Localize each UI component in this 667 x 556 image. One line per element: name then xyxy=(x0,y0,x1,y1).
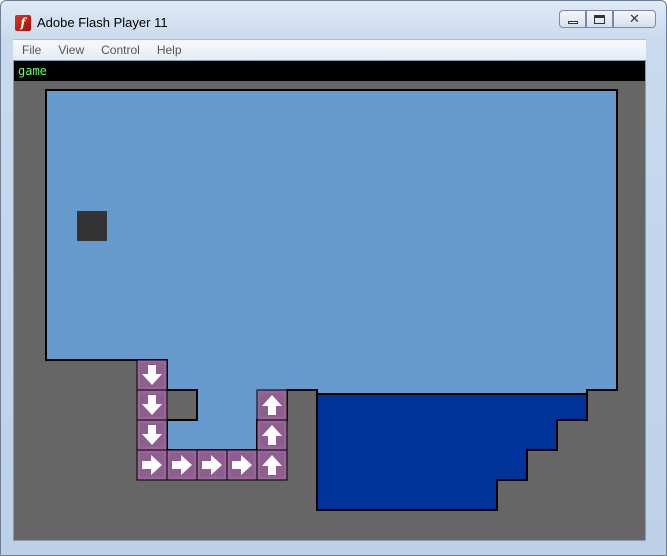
game-header-bar: game xyxy=(14,61,645,81)
maximize-icon xyxy=(594,15,605,24)
minimize-icon xyxy=(568,21,578,24)
menu-bar: File View Control Help xyxy=(13,39,646,60)
close-button[interactable]: ✕ xyxy=(613,10,656,28)
flash-player-window: f Adobe Flash Player 11 ✕ File View Cont… xyxy=(0,0,667,556)
arrow-tile-down xyxy=(136,389,168,421)
caption-buttons: ✕ xyxy=(559,10,656,29)
game-scene[interactable] xyxy=(14,61,647,542)
arrow-tile-right xyxy=(196,449,228,481)
flash-content-area[interactable]: game xyxy=(13,60,646,541)
menu-file[interactable]: File xyxy=(13,43,49,57)
menu-help[interactable]: Help xyxy=(148,43,190,57)
arrow-tile-up xyxy=(256,419,288,451)
window-title: Adobe Flash Player 11 xyxy=(37,15,168,30)
player-block xyxy=(77,211,107,241)
arrow-tile-right xyxy=(166,449,198,481)
arrow-tile-down xyxy=(136,419,168,451)
minimize-button[interactable] xyxy=(559,10,586,28)
maximize-button[interactable] xyxy=(586,10,613,28)
close-icon: ✕ xyxy=(629,11,640,26)
game-title: game xyxy=(18,64,47,78)
title-bar[interactable]: f Adobe Flash Player 11 ✕ xyxy=(1,1,666,37)
arrow-tile-down xyxy=(136,359,168,391)
flash-player-icon: f xyxy=(15,15,31,31)
arrow-tile-up xyxy=(256,449,288,481)
arrow-tile-up xyxy=(256,389,288,421)
dark-water-area xyxy=(316,393,588,511)
menu-view[interactable]: View xyxy=(49,43,92,57)
arrow-tile-right xyxy=(136,449,168,481)
arrow-tile-right xyxy=(226,449,258,481)
menu-control[interactable]: Control xyxy=(92,43,148,57)
